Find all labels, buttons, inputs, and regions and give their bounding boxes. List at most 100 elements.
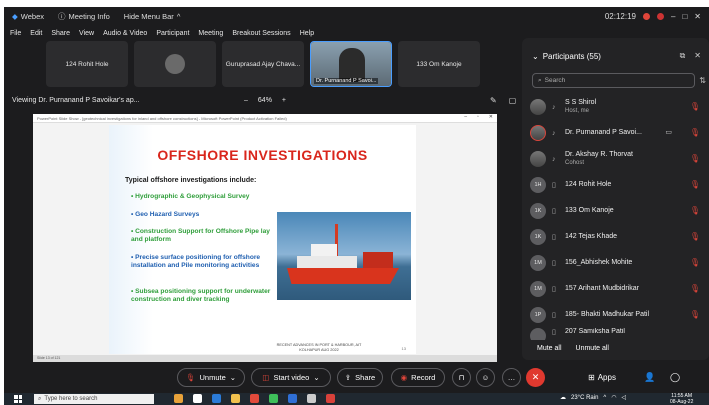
minimize-button[interactable]: – [671,12,675,21]
taskbar-search-input[interactable]: ⌕ Type here to search [34,394,154,404]
share-icon: ⇪ [344,373,352,382]
participants-header[interactable]: ⌄ Participants (55) [532,52,601,61]
chrome-icon[interactable] [250,394,259,403]
audio-connected-icon: ♪ [552,155,556,163]
slide-bullet: • Hydrographic & Geophysical Survey [131,193,281,201]
muted-mic-icon[interactable]: 🎙 [690,310,700,319]
muted-mic-icon[interactable]: 🎙 [690,128,700,137]
start-video-button[interactable]: ◫ Start video ⌄ [251,368,331,387]
menu-file[interactable]: File [10,30,21,37]
muted-mic-icon[interactable]: 🎙 [690,102,700,111]
video-thumbnail[interactable]: 133 Om Kanoje [398,41,480,87]
shared-screen: PowerPoint Slide Show - [geotechnical in… [33,114,497,362]
zoom-in-button[interactable]: + [282,97,286,104]
webex-menu[interactable]: ◆ Webex [12,12,44,21]
participant-row[interactable]: ▯ 207 Samiksha Patil [530,328,706,340]
video-thumbnail[interactable]: Guruprasad Ajay Chava... [222,41,304,87]
menu-breakout-sessions[interactable]: Breakout Sessions [232,30,290,37]
participant-role: Host, me [565,108,590,114]
taskbar-clock[interactable]: 11:55 AM 08-Aug-22 [670,393,693,405]
menu-help[interactable]: Help [300,30,314,37]
bullet-text: Construction Support for Offshore Pipe l… [131,228,270,243]
start-video-label: Start video [273,373,310,382]
ship-hull [287,268,399,284]
muted-mic-icon[interactable]: 🎙 [690,284,700,293]
settings-icon[interactable] [307,394,316,403]
slide-bullet: • Precise surface positioning for offsho… [131,254,281,270]
participant-name-text: Dr. Purnanand P Savoi... [565,129,642,136]
powerpoint-icon[interactable] [326,394,335,403]
ppt-maximize-icon: ▫ [477,114,479,120]
more-options-button[interactable]: … [502,368,521,387]
annotate-icon[interactable]: ✎ [490,96,497,105]
menu-view[interactable]: View [79,30,94,37]
slide-number: 13 [401,346,406,351]
avatar: 1M [530,255,546,271]
weather-icon: ☁ [560,395,566,401]
sort-icon[interactable]: ⇅ [699,76,706,85]
video-thumbnail[interactable]: 124 Rohit Hole [46,41,128,87]
windows-start-icon[interactable] [14,395,22,403]
muted-mic-icon[interactable]: 🎙 [690,180,700,189]
device-icon: ▯ [552,182,556,189]
menu-meeting[interactable]: Meeting [198,30,223,37]
share-button[interactable]: ⇪ Share [337,368,383,387]
file-explorer-icon[interactable] [231,394,240,403]
whatsapp-icon[interactable] [269,394,278,403]
participant-list: ♪ S S Shirol Host, me 🎙 ♪ Dr. Purnanand P… [530,94,706,340]
popout-panel-icon[interactable]: ⧉ [680,51,686,61]
popout-icon[interactable]: ▢ [509,96,517,105]
leave-meeting-button[interactable]: ✕ [526,368,545,387]
muted-mic-icon[interactable]: 🎙 [690,258,700,267]
app-icon[interactable] [174,394,183,403]
menu-edit[interactable]: Edit [30,30,42,37]
hide-menu-bar-button[interactable]: Hide Menu Bar ^ [124,12,181,21]
search-placeholder: Search [544,77,566,84]
participant-row[interactable]: ♪ S S Shirol Host, me 🎙 [530,94,706,120]
participant-row[interactable]: 1P ▯ 185- Bhakti Madhukar Patil 🎙 [530,302,706,328]
close-panel-icon[interactable]: ✕ [694,51,701,61]
edge-icon[interactable] [212,394,221,403]
reactions-button[interactable]: ☺ [476,368,495,387]
webex-taskbar-icon[interactable] [288,394,297,403]
menu-share[interactable]: Share [51,30,70,37]
menu-audio-video[interactable]: Audio & Video [103,30,147,37]
participant-row[interactable]: 1K ▯ 142 Tejas Khade 🎙 [530,224,706,250]
avatar: 1K [530,203,546,219]
apps-button[interactable]: ⊞ Apps [588,373,616,382]
apps-icon: ⊞ [588,373,595,382]
active-speaker-thumbnail[interactable]: Dr. Purnanand P Savoi... [310,41,392,87]
maximize-button[interactable]: □ [682,12,687,21]
record-button[interactable]: ◉ Record [391,368,445,387]
muted-mic-icon[interactable]: 🎙 [690,206,700,215]
participant-row[interactable]: 1K ▯ 133 Om Kanoje 🎙 [530,198,706,224]
task-view-icon[interactable] [193,394,202,403]
volume-icon[interactable]: ◁ [622,394,627,401]
participant-row[interactable]: ♪ Dr. Purnanand P Savoi... ▭ 🎙 [530,120,706,146]
video-thumbnail[interactable] [134,41,216,87]
zoom-controls: – 64% + [244,97,286,104]
mute-all-button[interactable]: Mute all [537,345,562,352]
muted-mic-icon[interactable]: 🎙 [690,232,700,241]
unmute-all-button[interactable]: Unmute all [576,345,609,352]
close-button[interactable]: ✕ [694,12,701,21]
meeting-info-button[interactable]: ⓘ Meeting Info [58,11,110,22]
zoom-out-button[interactable]: – [244,97,248,104]
participant-row[interactable]: 1H ▯ 124 Rohit Hole 🎙 [530,172,706,198]
participant-search-input[interactable]: ⌕ Search [532,73,695,88]
muted-mic-icon[interactable]: 🎙 [690,154,700,163]
network-icon[interactable]: ◠ [611,394,616,401]
participant-row[interactable]: 1M ▯ 156_Abhishek Mohite 🎙 [530,250,706,276]
participant-row[interactable]: ♪ Dr. Akshay R. Thorvat Cohost 🎙 [530,146,706,172]
clock-date: 08-Aug-22 [670,399,694,405]
participant-name-text: S S Shirol [565,99,597,106]
weather-text[interactable]: 23°C Rain [571,395,598,401]
participant-row[interactable]: 1M ▯ 157 Arihant Mudbidrikar 🎙 [530,276,706,302]
tray-chevron-icon[interactable]: ^ [603,395,606,401]
webex-window: ◆ Webex ⓘ Meeting Info Hide Menu Bar ^ 0… [4,7,709,405]
participants-icon[interactable]: 👤 [644,372,655,383]
unmute-button[interactable]: 🎙 Unmute ⌄ [177,368,245,387]
lock-button[interactable]: ⊓ [452,368,471,387]
chat-icon[interactable]: ◯ [670,372,680,383]
menu-participant[interactable]: Participant [156,30,189,37]
